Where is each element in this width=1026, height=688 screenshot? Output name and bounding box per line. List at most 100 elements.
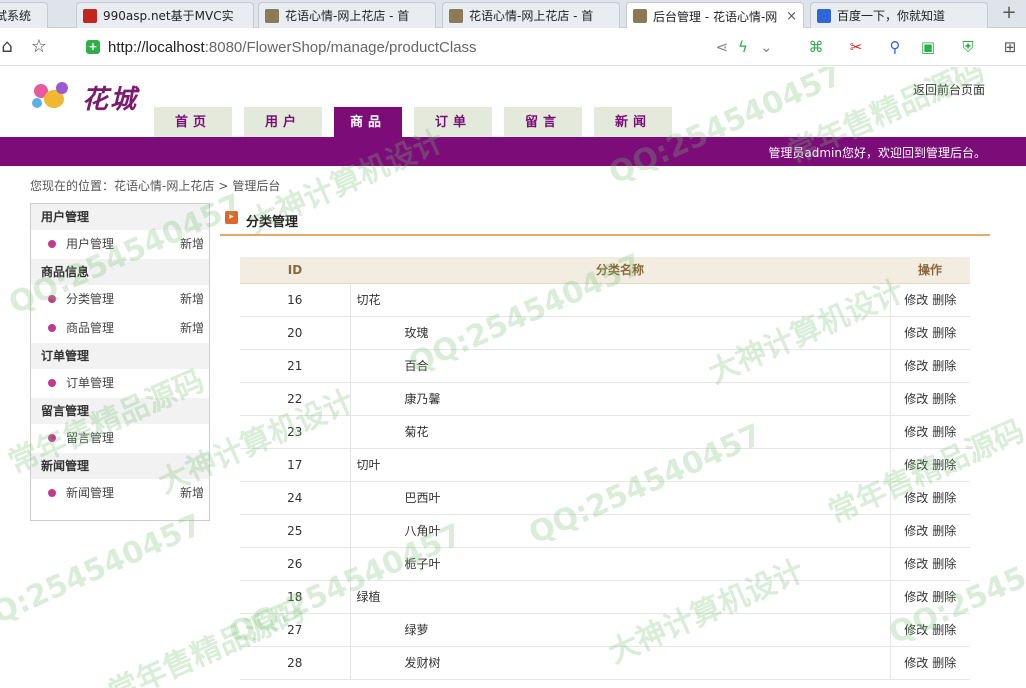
delete-link[interactable]: 删除 [932, 491, 956, 505]
category-name-cell: 切叶 [350, 448, 891, 482]
edit-link[interactable]: 修改 [904, 590, 928, 604]
home-icon[interactable]: ⌂ [0, 36, 18, 58]
browser-tab[interactable]: 试系统 [0, 2, 48, 28]
favicon-icon [633, 9, 647, 23]
delete-link[interactable]: 删除 [932, 590, 956, 604]
back-to-frontend-link[interactable]: 返回前台页面 [913, 81, 985, 98]
sidebar-item-link[interactable]: 分类管理 [66, 292, 114, 306]
url-field[interactable]: + http://localhost:8080/FlowerShop/manag… [86, 35, 706, 59]
category-table: ID 分类名称 操作 16 切花 修改 删除 20 玫瑰 修改 删除 21 百合 修改 删除 22 康乃馨… [240, 257, 970, 680]
table-body: 16 切花 修改 删除 20 玫瑰 修改 删除 21 百合 修改 删除 22 康乃馨 修改 删除 23 菊花 修改删… [240, 283, 970, 680]
share-icon[interactable]: ⋖ [714, 38, 730, 56]
table-row: 26 栀子叶 修改 删除 [240, 547, 970, 581]
edit-link[interactable]: 修改 [904, 359, 928, 373]
actions-cell: 修改 删除 [890, 316, 970, 350]
edit-link[interactable]: 修改 [904, 458, 928, 472]
edit-link[interactable]: 修改 [904, 491, 928, 505]
actions-cell: 修改 删除 [890, 448, 970, 482]
shield-icon[interactable]: ⛨ [958, 38, 978, 56]
edit-link[interactable]: 修改 [904, 425, 928, 439]
new-tab-button[interactable]: + [998, 2, 1020, 26]
grid-icon[interactable]: ⊞ [1000, 38, 1020, 56]
category-id-cell: 25 [240, 514, 351, 548]
category-name-cell: 康乃馨 [350, 382, 891, 416]
delete-link[interactable]: 删除 [932, 524, 956, 538]
bullet-icon [48, 240, 56, 248]
column-header-id: ID [240, 257, 350, 284]
nav-tab[interactable]: 新闻 [594, 107, 672, 137]
favicon-icon [265, 8, 279, 23]
close-tab-icon[interactable]: × [780, 9, 797, 24]
secure-shield-icon: + [86, 40, 100, 54]
table-row: 27 绿萝 修改 删除 [240, 613, 970, 647]
actions-cell: 修改 删除 [890, 580, 970, 614]
browser-tab[interactable]: 990asp.net基于MVC实 [76, 2, 254, 28]
delete-link[interactable]: 删除 [932, 392, 956, 406]
category-id-cell: 18 [240, 580, 351, 614]
table-row: 18 绿植 修改 删除 [240, 580, 970, 614]
sidebar-add-link[interactable]: 新增 [180, 314, 204, 343]
browser-tab[interactable]: 花语心情-网上花店 - 首 [258, 2, 436, 28]
delete-link[interactable]: 删除 [932, 656, 956, 670]
browser-tab[interactable]: 百度一下，你就知道 [810, 2, 988, 28]
sidebar-item-link[interactable]: 新闻管理 [66, 486, 114, 500]
sidebar-item-link[interactable]: 留言管理 [66, 431, 114, 445]
sidebar-add-link[interactable]: 新增 [180, 230, 204, 259]
nav-tab[interactable]: 商品 [334, 107, 402, 137]
edit-link[interactable]: 修改 [904, 326, 928, 340]
sidebar-item-link[interactable]: 用户管理 [66, 237, 114, 251]
breadcrumb-site-link[interactable]: 花语心情-网上花店 [114, 179, 214, 193]
edit-link[interactable]: 修改 [904, 293, 928, 307]
url-path: :8080/FlowerShop/manage/productClass [204, 38, 477, 56]
sidebar-group-title: 留言管理 [31, 398, 209, 424]
delete-link[interactable]: 删除 [932, 458, 956, 472]
sidebar-item: 用户管理 新增 [31, 230, 209, 259]
edit-link[interactable]: 修改 [904, 392, 928, 406]
sidebar-add-link[interactable]: 新增 [180, 285, 204, 314]
sidebar-item-link[interactable]: 订单管理 [66, 376, 114, 390]
sidebar-group-title: 用户管理 [31, 204, 209, 230]
content-title: 分类管理 [246, 215, 299, 230]
bullet-icon [48, 489, 56, 497]
gamepad-icon[interactable]: ▣ [918, 38, 938, 56]
browser-tab[interactable]: 后台管理 - 花语心情-网 × [626, 2, 804, 29]
edit-link[interactable]: 修改 [904, 557, 928, 571]
star-icon[interactable]: ☆ [28, 36, 50, 58]
delete-link[interactable]: 删除 [932, 425, 956, 439]
sidebar-item: 商品管理 新增 [31, 314, 209, 343]
chevron-down-icon[interactable]: ⌄ [760, 38, 773, 56]
category-name-cell: 菊花 [350, 415, 891, 449]
content-header: ▸ 分类管理 [220, 207, 990, 236]
search-icon[interactable]: ⚲ [886, 38, 904, 56]
site-logo[interactable]: 花城 [30, 77, 160, 117]
favicon-icon [817, 8, 831, 23]
table-row: 24 巴西叶 修改 删除 [240, 481, 970, 515]
nav-tab[interactable]: 首页 [154, 107, 232, 137]
bullet-icon [48, 379, 56, 387]
nav-tab[interactable]: 留言 [504, 107, 582, 137]
sidebar-group-title: 订单管理 [31, 343, 209, 369]
nav-tab[interactable]: 订单 [414, 107, 492, 137]
edit-link[interactable]: 修改 [904, 524, 928, 538]
delete-link[interactable]: 删除 [932, 623, 956, 637]
edit-link[interactable]: 修改 [904, 656, 928, 670]
scissors-icon[interactable]: ✂ [846, 38, 866, 56]
browser-tab-title: 后台管理 - 花语心情-网 [653, 9, 778, 24]
category-name-cell: 发财树 [350, 646, 891, 680]
actions-cell: 修改 删除 [890, 613, 970, 647]
category-id-cell: 20 [240, 316, 351, 350]
delete-link[interactable]: 删除 [932, 326, 956, 340]
lightning-icon[interactable]: ϟ [736, 38, 750, 56]
sidebar-add-link[interactable]: 新增 [180, 479, 204, 508]
breadcrumb-separator: > [218, 179, 229, 193]
nav-tab[interactable]: 用户 [244, 107, 322, 137]
browser-tab[interactable]: 花语心情-网上花店 - 首 [442, 2, 620, 28]
delete-link[interactable]: 删除 [932, 557, 956, 571]
page: 花城 返回前台页面 首页 用户 商品 订单 留言 新闻 管理员admin您好，欢迎回到管理… [0, 67, 1026, 688]
sidebar-item-link[interactable]: 商品管理 [66, 321, 114, 335]
edit-link[interactable]: 修改 [904, 623, 928, 637]
translate-icon[interactable]: ⌘ [806, 38, 826, 56]
category-name-cell: 百合 [350, 349, 891, 383]
delete-link[interactable]: 删除 [932, 359, 956, 373]
delete-link[interactable]: 删除 [932, 293, 956, 307]
